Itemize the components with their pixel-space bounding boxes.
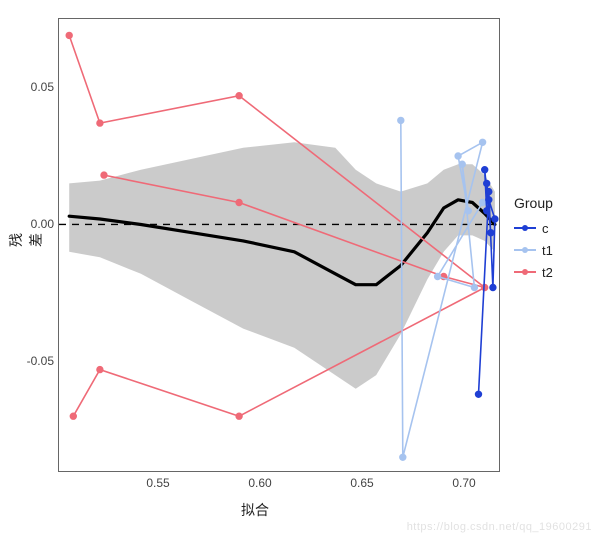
- legend-key-icon: [514, 242, 536, 258]
- x-tick-label: 0.65: [342, 476, 382, 490]
- series-point-c: [475, 391, 481, 397]
- x-tick-label: 0.60: [240, 476, 280, 490]
- legend-item-t1: t1: [514, 239, 594, 261]
- series-point-t1: [434, 273, 440, 279]
- watermark: https://blog.csdn.net/qq_19600291: [407, 521, 592, 533]
- legend-key-icon: [514, 220, 536, 236]
- series-point-t2: [101, 172, 107, 178]
- series-point-c: [484, 208, 490, 214]
- series-point-t1: [479, 139, 485, 145]
- legend-label: t2: [542, 265, 553, 280]
- series-point-c: [488, 230, 494, 236]
- series-point-c: [490, 284, 496, 290]
- confidence-ribbon: [69, 142, 495, 388]
- x-axis-label: 拟合: [215, 500, 295, 520]
- series-point-t2: [66, 32, 72, 38]
- series-point-c: [486, 188, 492, 194]
- y-tick-label: 0.05: [14, 80, 54, 94]
- series-point-t1: [459, 161, 465, 167]
- series-point-t1: [465, 208, 471, 214]
- series-point-t2: [236, 93, 242, 99]
- y-tick-label: -0.05: [14, 354, 54, 368]
- series-point-c: [492, 216, 498, 222]
- y-axis-label: 残差: [6, 230, 46, 250]
- chart-frame: 残差 拟合 0.05 0.00 -0.05 0.55 0.60 0.65 0.7…: [0, 0, 600, 537]
- series-point-t1: [400, 454, 406, 460]
- series-point-t1: [455, 153, 461, 159]
- series-point-t2: [236, 199, 242, 205]
- legend: Group c t1 t2: [514, 195, 594, 283]
- series-point-t1: [471, 284, 477, 290]
- series-point-t1: [479, 199, 485, 205]
- legend-label: c: [542, 221, 549, 236]
- plot-area: [58, 18, 500, 472]
- y-tick-label: 0.00: [14, 217, 54, 231]
- series-point-c: [484, 180, 490, 186]
- series-point-c: [482, 167, 488, 173]
- x-tick-label: 0.55: [138, 476, 178, 490]
- series-point-t1: [398, 117, 404, 123]
- legend-item-t2: t2: [514, 261, 594, 283]
- x-tick-label: 0.70: [444, 476, 484, 490]
- legend-title: Group: [514, 195, 594, 211]
- legend-key-icon: [514, 264, 536, 280]
- series-point-t2: [70, 413, 76, 419]
- legend-label: t1: [542, 243, 553, 258]
- series-point-t2: [97, 120, 103, 126]
- series-point-t2: [236, 413, 242, 419]
- series-point-t2: [97, 366, 103, 372]
- plot-svg: [59, 19, 499, 471]
- legend-item-c: c: [514, 217, 594, 239]
- series-point-c: [486, 197, 492, 203]
